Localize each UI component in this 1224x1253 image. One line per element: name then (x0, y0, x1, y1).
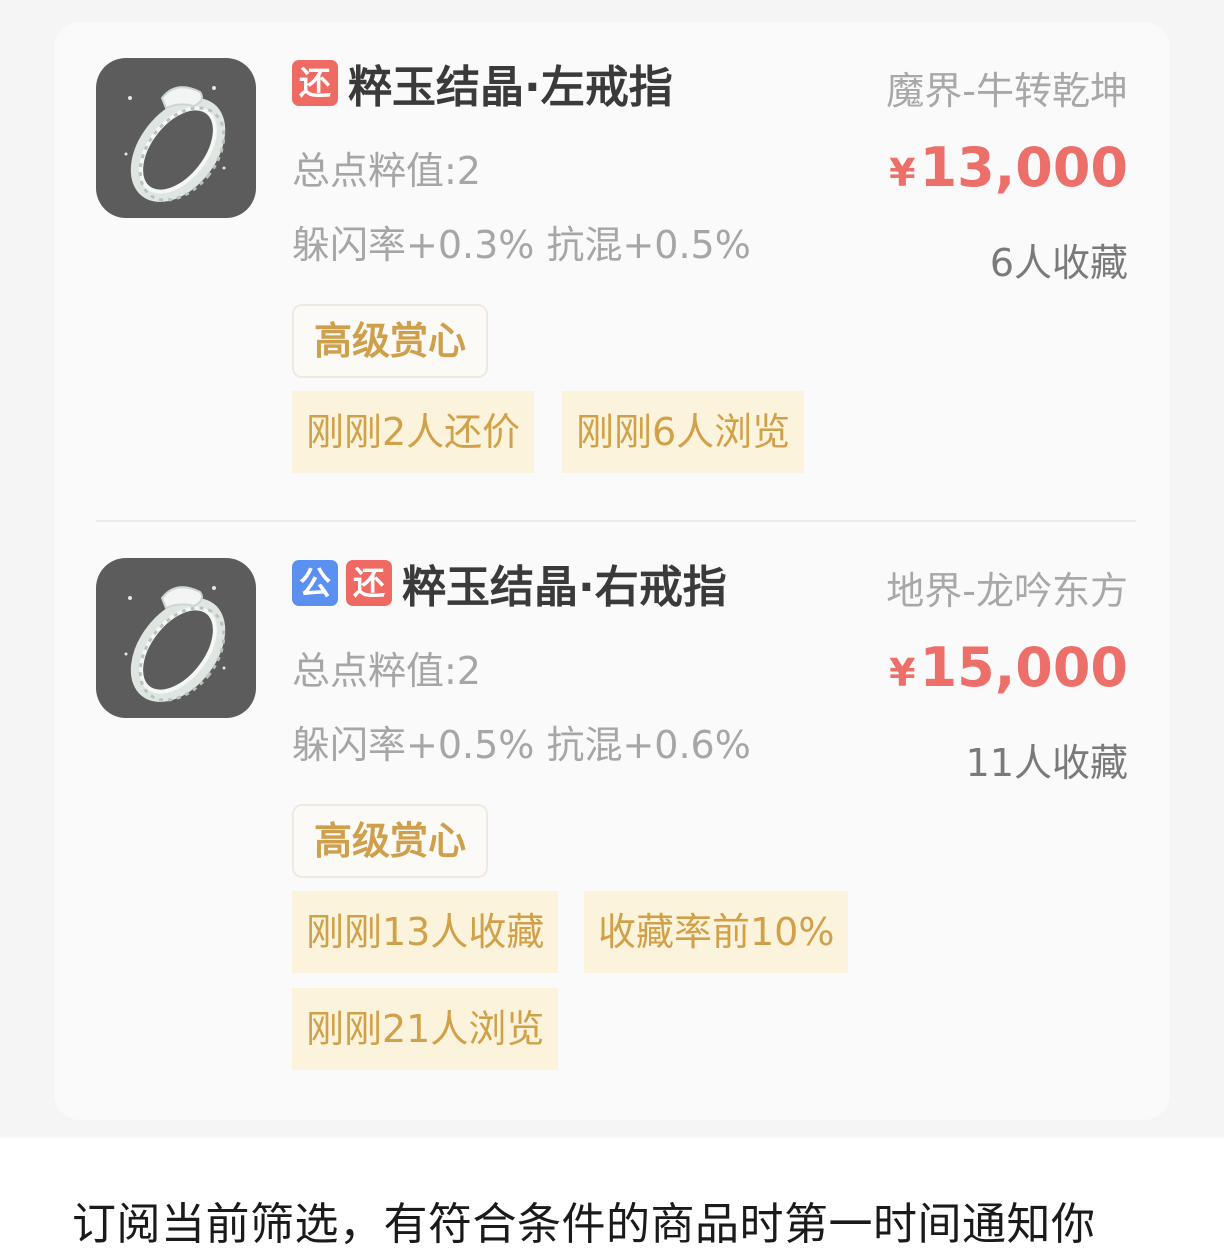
activity-tag: 刚刚6人浏览 (562, 391, 805, 473)
item-stats: 躲闪率+0.5% 抗混+0.6% (292, 723, 751, 767)
currency-symbol: ¥ (889, 151, 916, 195)
divider (96, 520, 1136, 522)
ring-icon (96, 558, 256, 718)
price: ¥13,000 (889, 136, 1128, 199)
listing-card: 还 粹玉结晶·左戒指 魔界-牛转乾坤 总点粹值:2 ¥13,000 躲闪率+0.… (54, 22, 1170, 1120)
subscribe-bar[interactable]: 订阅当前筛选，有符合条件的商品时第一时间通知你 (0, 1138, 1224, 1253)
server-label: 魔界-牛转乾坤 (886, 69, 1128, 113)
item-title: 粹玉结晶·右戒指 (402, 562, 727, 613)
ring-icon (96, 58, 256, 218)
activity-tag: 刚刚2人还价 (292, 391, 535, 473)
counter-offer-badge: 还 (346, 560, 392, 606)
grade-tag: 高级赏心 (292, 804, 489, 878)
currency-symbol: ¥ (889, 651, 916, 695)
price: ¥15,000 (889, 636, 1128, 699)
item-stats: 躲闪率+0.3% 抗混+0.5% (292, 223, 751, 267)
favorites-count: 6人收藏 (989, 241, 1128, 285)
activity-tag: 刚刚13人收藏 (292, 891, 559, 973)
counter-offer-badge: 还 (292, 60, 338, 106)
subscribe-notice[interactable]: 订阅当前筛选，有符合条件的商品时第一时间通知你 (72, 1188, 1096, 1252)
price-amount: 13,000 (919, 136, 1128, 199)
grade-tag: 高级赏心 (292, 304, 489, 378)
activity-tag: 收藏率前10% (584, 891, 849, 973)
public-badge: 公 (292, 560, 338, 606)
item-title: 粹玉结晶·左戒指 (348, 62, 673, 113)
favorites-count: 11人收藏 (965, 741, 1128, 785)
title-row: 还 粹玉结晶·左戒指 (292, 56, 673, 113)
points-value: 总点粹值:2 (292, 149, 481, 193)
activity-tag: 刚刚21人浏览 (292, 988, 559, 1070)
server-label: 地界-龙吟东方 (886, 569, 1128, 613)
title-row: 公 还 粹玉结晶·右戒指 (292, 556, 727, 613)
price-amount: 15,000 (919, 636, 1128, 699)
points-value: 总点粹值:2 (292, 649, 481, 693)
